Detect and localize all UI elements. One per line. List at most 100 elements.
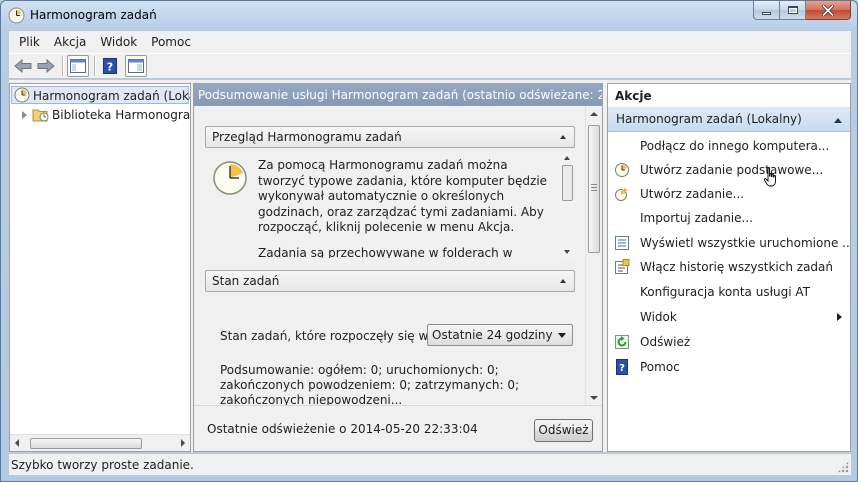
tree-item-label: Biblioteka Harmonogramu zadań — [52, 108, 191, 122]
show-hide-action-pane-button[interactable] — [125, 55, 147, 77]
menu-help[interactable]: Pomoc — [144, 31, 198, 53]
action-create-task[interactable]: Utwórz zadanie... — [608, 182, 850, 206]
task-status-section-header[interactable]: Stan zadań — [205, 270, 575, 292]
scroll-up-icon[interactable] — [590, 112, 598, 116]
minimize-button[interactable] — [753, 1, 780, 20]
overview-scrollbar[interactable] — [560, 152, 575, 258]
refresh-icon — [615, 335, 629, 349]
status-summary: Podsumowanie: ogółem: 0; uruchomionych: … — [220, 363, 520, 406]
action-refresh[interactable]: Odśwież — [608, 330, 850, 354]
title-bar[interactable]: Harmonogram zadań — [1, 1, 857, 31]
chevron-down-icon — [558, 333, 566, 338]
console-tree: Harmonogram zadań (Lokalny) Biblioteka H… — [9, 83, 191, 452]
clock-icon — [615, 163, 629, 177]
list-icon — [615, 236, 629, 250]
collapse-icon[interactable] — [834, 118, 842, 123]
section-title: Stan zadań — [212, 274, 280, 288]
menu-view[interactable]: Widok — [93, 31, 144, 53]
summary-body: Przegląd Harmonogramu zadań Za pomocą Ha… — [194, 106, 586, 406]
forward-arrow-icon — [37, 59, 55, 73]
tree-item-task-scheduler-local[interactable]: Harmonogram zadań (Lokalny) — [11, 86, 190, 104]
status-period-dropdown[interactable]: Ostatnie 24 godziny — [427, 324, 573, 346]
overview-text: Za pomocą Harmonogramu zadań można tworz… — [258, 158, 548, 258]
task-status-box: Stan zadań, które rozpoczęły się w n... … — [205, 316, 575, 406]
caption-buttons — [753, 1, 851, 21]
scroll-right-icon[interactable] — [181, 439, 185, 447]
menu-action[interactable]: Akcja — [47, 31, 93, 53]
main-area: Harmonogram zadań (Lokalny) Biblioteka H… — [9, 80, 851, 452]
task-scheduler-icon — [8, 7, 25, 24]
help-icon: ? — [103, 58, 117, 74]
collapse-icon[interactable] — [560, 279, 566, 283]
overview-section-header[interactable]: Przegląd Harmonogramu zadań — [205, 126, 575, 148]
menu-bar: Plik Akcja Widok Pomoc — [9, 31, 851, 53]
action-help[interactable]: ? Pomoc — [608, 355, 850, 379]
help-icon: ? — [616, 359, 628, 375]
action-view[interactable]: Widok — [608, 305, 850, 329]
actions-group-header[interactable]: Harmonogram zadań (Lokalny) — [608, 108, 850, 132]
close-icon — [822, 4, 834, 16]
summary-header: Podsumowanie usługi Harmonogram zadań (o… — [194, 84, 602, 106]
help-button[interactable]: ? — [99, 55, 121, 77]
status-text: Szybko tworzy proste zadanie. — [11, 458, 194, 472]
action-connect-to-another-computer[interactable]: Podłącz do innego komputera... — [608, 134, 850, 158]
grip-icon — [591, 187, 597, 188]
svg-text:?: ? — [619, 363, 625, 374]
scroll-left-icon[interactable] — [15, 439, 19, 447]
refresh-button[interactable]: Odśwież — [534, 419, 593, 442]
summary-vertical-scrollbar[interactable] — [585, 106, 602, 406]
status-bar: Szybko tworzy proste zadanie. — [9, 453, 851, 475]
scroll-up-icon[interactable] — [564, 156, 570, 160]
dropdown-value: Ostatnie 24 godziny — [432, 328, 553, 342]
action-pane-icon — [128, 59, 144, 73]
forward-button[interactable] — [35, 55, 57, 77]
back-button[interactable] — [12, 55, 34, 77]
tree-horizontal-scrollbar[interactable] — [10, 434, 190, 451]
scroll-down-icon[interactable] — [564, 250, 570, 254]
action-create-basic-task[interactable]: Utwórz zadanie podstawowe... — [608, 158, 850, 182]
overview-box: Za pomocą Harmonogramu zadań można tworz… — [205, 152, 575, 258]
resize-grip-icon[interactable] — [837, 461, 849, 473]
svg-text:?: ? — [107, 61, 113, 74]
scrollbar-thumb[interactable] — [588, 125, 600, 253]
actions-title: Akcje — [608, 84, 850, 108]
action-enable-task-history[interactable]: Włącz historię wszystkich zadań — [608, 255, 850, 279]
status-period-label: Stan zadań, które rozpoczęły się w n... — [220, 329, 452, 343]
scrollbar-thumb[interactable] — [562, 165, 573, 201]
new-task-icon — [615, 187, 629, 201]
clock-icon — [14, 87, 30, 103]
clock-icon — [213, 161, 247, 195]
toolbar-separator — [94, 56, 95, 76]
summary-footer: Ostatnie odświeżenie o 2014-05-20 22:33:… — [194, 405, 602, 451]
menu-file[interactable]: Plik — [9, 31, 47, 53]
hand-cursor-icon — [763, 167, 776, 187]
last-refresh-text: Ostatnie odświeżenie o 2014-05-20 22:33:… — [207, 422, 478, 436]
tree-item-label: Harmonogram zadań (Lokalny) — [33, 89, 190, 103]
console-tree-icon — [70, 59, 86, 73]
history-icon — [615, 259, 630, 274]
actions-group-label: Harmonogram zadań (Lokalny) — [616, 112, 802, 126]
tree-item-task-library[interactable]: Biblioteka Harmonogramu zadań — [20, 106, 191, 124]
toolbar: ? — [9, 53, 851, 79]
minimize-icon — [762, 11, 771, 15]
main-window: Harmonogram zadań Plik Akcja Widok Pomoc — [0, 0, 858, 482]
maximize-button[interactable] — [780, 1, 806, 20]
window-title: Harmonogram zadań — [30, 8, 157, 22]
action-at-service-account-config[interactable]: Konfiguracja konta usługi AT — [608, 280, 850, 304]
close-button[interactable] — [806, 1, 851, 20]
actions-pane: Akcje Harmonogram zadań (Lokalny) Podłąc… — [607, 83, 851, 452]
folder-clock-icon — [32, 109, 49, 122]
expand-arrow-icon[interactable] — [22, 111, 27, 119]
collapse-icon[interactable] — [560, 135, 566, 139]
submenu-arrow-icon — [837, 313, 842, 321]
scrollbar-thumb[interactable] — [30, 438, 142, 449]
scroll-down-icon[interactable] — [590, 396, 598, 400]
toolbar-separator — [62, 56, 63, 76]
action-display-running-tasks[interactable]: Wyświetl wszystkie uruchomione ... — [608, 231, 850, 255]
show-hide-console-tree-button[interactable] — [67, 55, 89, 77]
summary-pane: Podsumowanie usługi Harmonogram zadań (o… — [193, 83, 603, 452]
restore-icon — [787, 6, 798, 14]
section-title: Przegląd Harmonogramu zadań — [212, 130, 402, 144]
back-arrow-icon — [14, 59, 32, 73]
action-import-task[interactable]: Importuj zadanie... — [608, 206, 850, 230]
